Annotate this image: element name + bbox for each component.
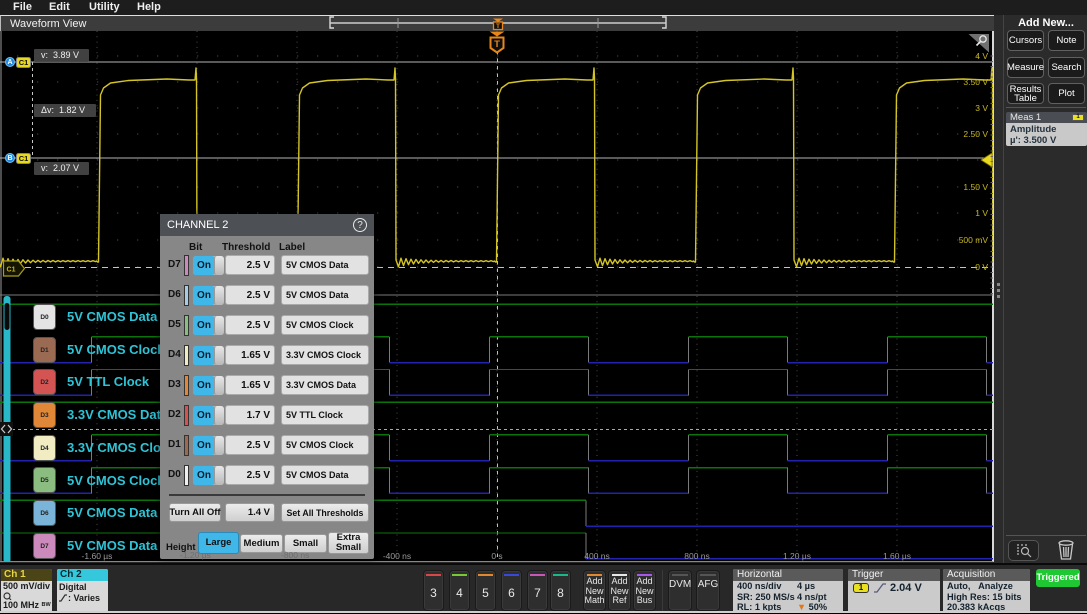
svg-text:400 ns: 400 ns — [584, 551, 610, 561]
svg-text:3 V: 3 V — [975, 103, 988, 113]
svg-text:1.20 µs: 1.20 µs — [783, 551, 811, 561]
svg-text:T: T — [496, 23, 500, 30]
svg-text:1 V: 1 V — [975, 208, 988, 218]
svg-text:0 V: 0 V — [975, 262, 988, 272]
svg-text:C1: C1 — [7, 267, 16, 274]
svg-text:4 V: 4 V — [975, 51, 988, 61]
svg-text:0 s: 0 s — [491, 551, 502, 561]
svg-text:800 ns: 800 ns — [684, 551, 710, 561]
svg-text:1.60 µs: 1.60 µs — [883, 551, 911, 561]
svg-text:3.50 V: 3.50 V — [963, 77, 988, 87]
svg-text:1.50 V: 1.50 V — [963, 182, 988, 192]
svg-text:T: T — [494, 39, 500, 50]
svg-text:2.50 V: 2.50 V — [963, 129, 988, 139]
svg-text:500 mV: 500 mV — [959, 235, 989, 245]
svg-text:-400 ns: -400 ns — [383, 551, 411, 561]
